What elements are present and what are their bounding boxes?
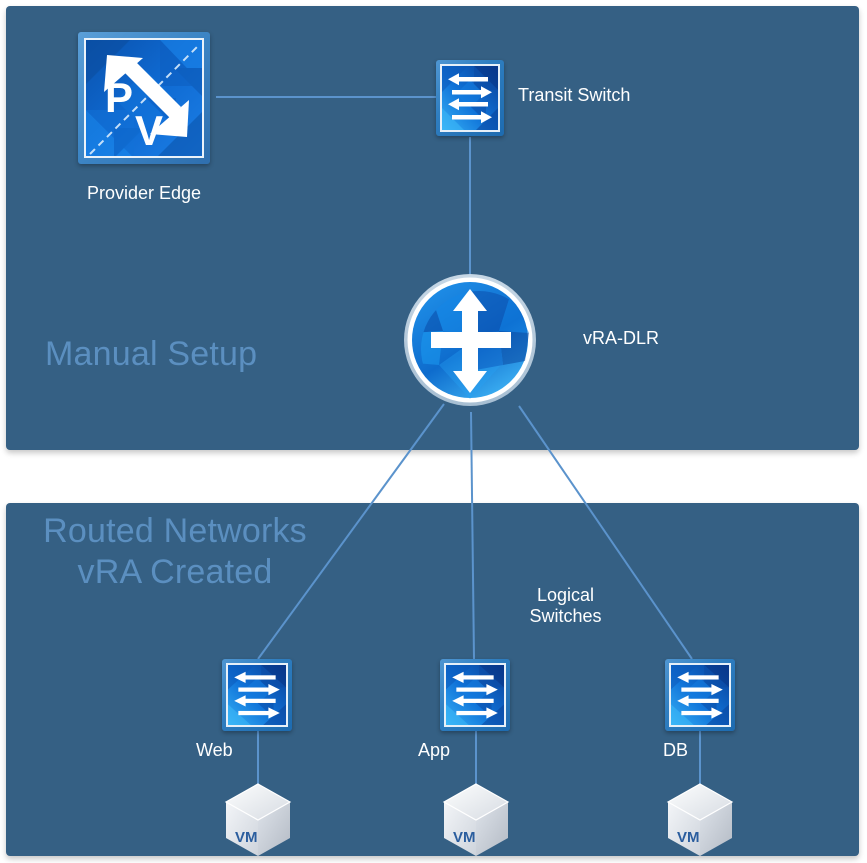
distributed-logical-router-icon[interactable] (403, 273, 537, 407)
db-virtual-machine-icon[interactable]: VM (665, 780, 735, 860)
logical-switches-caption: Logical Switches (529, 585, 602, 627)
app-virtual-machine-icon[interactable]: VM (441, 780, 511, 860)
web-switch-label: Web (196, 740, 233, 760)
app-switch-label: App (418, 740, 451, 760)
web-virtual-machine-icon[interactable]: VM (223, 780, 293, 860)
transit-switch-icon[interactable] (436, 60, 504, 136)
db-switch-label: DB (663, 740, 689, 760)
svg-text:V: V (135, 107, 163, 154)
vra-dlr-label: vRA-DLR (583, 328, 660, 348)
svg-text:VM: VM (453, 829, 476, 846)
web-logical-switch-icon[interactable] (222, 659, 292, 731)
db-logical-switch-icon[interactable] (665, 659, 735, 731)
svg-text:VM: VM (677, 829, 700, 846)
panel-title-manual-setup: Manual Setup (45, 335, 258, 373)
network-diagram: Manual Setup Routed Networks vRA Created (0, 0, 867, 863)
app-logical-switch-icon[interactable] (440, 659, 510, 731)
svg-text:P: P (105, 74, 133, 121)
transit-switch-label: Transit Switch (518, 85, 631, 105)
panel-title-routed-networks: Routed Networks vRA Created (43, 512, 307, 592)
provider-edge-icon[interactable]: P V (78, 32, 210, 164)
svg-text:VM: VM (235, 829, 258, 846)
provider-edge-label: Provider Edge (86, 183, 202, 203)
